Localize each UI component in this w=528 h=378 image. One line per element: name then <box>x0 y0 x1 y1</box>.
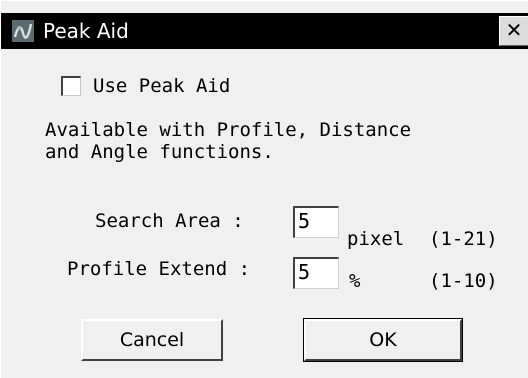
search-area-input[interactable]: 5 <box>293 206 339 238</box>
search-area-unit: pixel <box>347 228 405 250</box>
use-peak-aid-label: Use Peak Aid <box>93 75 231 97</box>
close-button[interactable]: ✕ <box>499 16 528 46</box>
use-peak-aid-option[interactable]: Use Peak Aid <box>61 73 230 99</box>
availability-note-line-1: Available with Profile, Distance <box>45 119 412 141</box>
dialog-title: Peak Aid <box>43 19 129 43</box>
use-peak-aid-checkbox[interactable] <box>61 76 81 96</box>
peak-aid-dialog: Peak Aid ✕ Use Peak Aid Available with P… <box>0 0 528 378</box>
profile-extend-label: Profile Extend : <box>67 258 251 280</box>
profile-extend-unit: % <box>349 270 361 292</box>
close-icon: ✕ <box>505 18 523 42</box>
app-icon <box>9 17 37 45</box>
availability-note: Available with Profile, Distance and Ang… <box>45 119 411 163</box>
search-area-label: Search Area : <box>95 210 244 232</box>
availability-note-line-2: and Angle functions. <box>45 141 274 163</box>
profile-extend-input[interactable]: 5 <box>293 257 339 289</box>
title-bar: Peak Aid ✕ <box>1 13 528 49</box>
search-area-range: (1-21) <box>429 228 498 250</box>
profile-extend-range: (1-10) <box>429 270 498 292</box>
cancel-button[interactable]: Cancel <box>81 319 223 361</box>
ok-button[interactable]: OK <box>303 318 463 362</box>
